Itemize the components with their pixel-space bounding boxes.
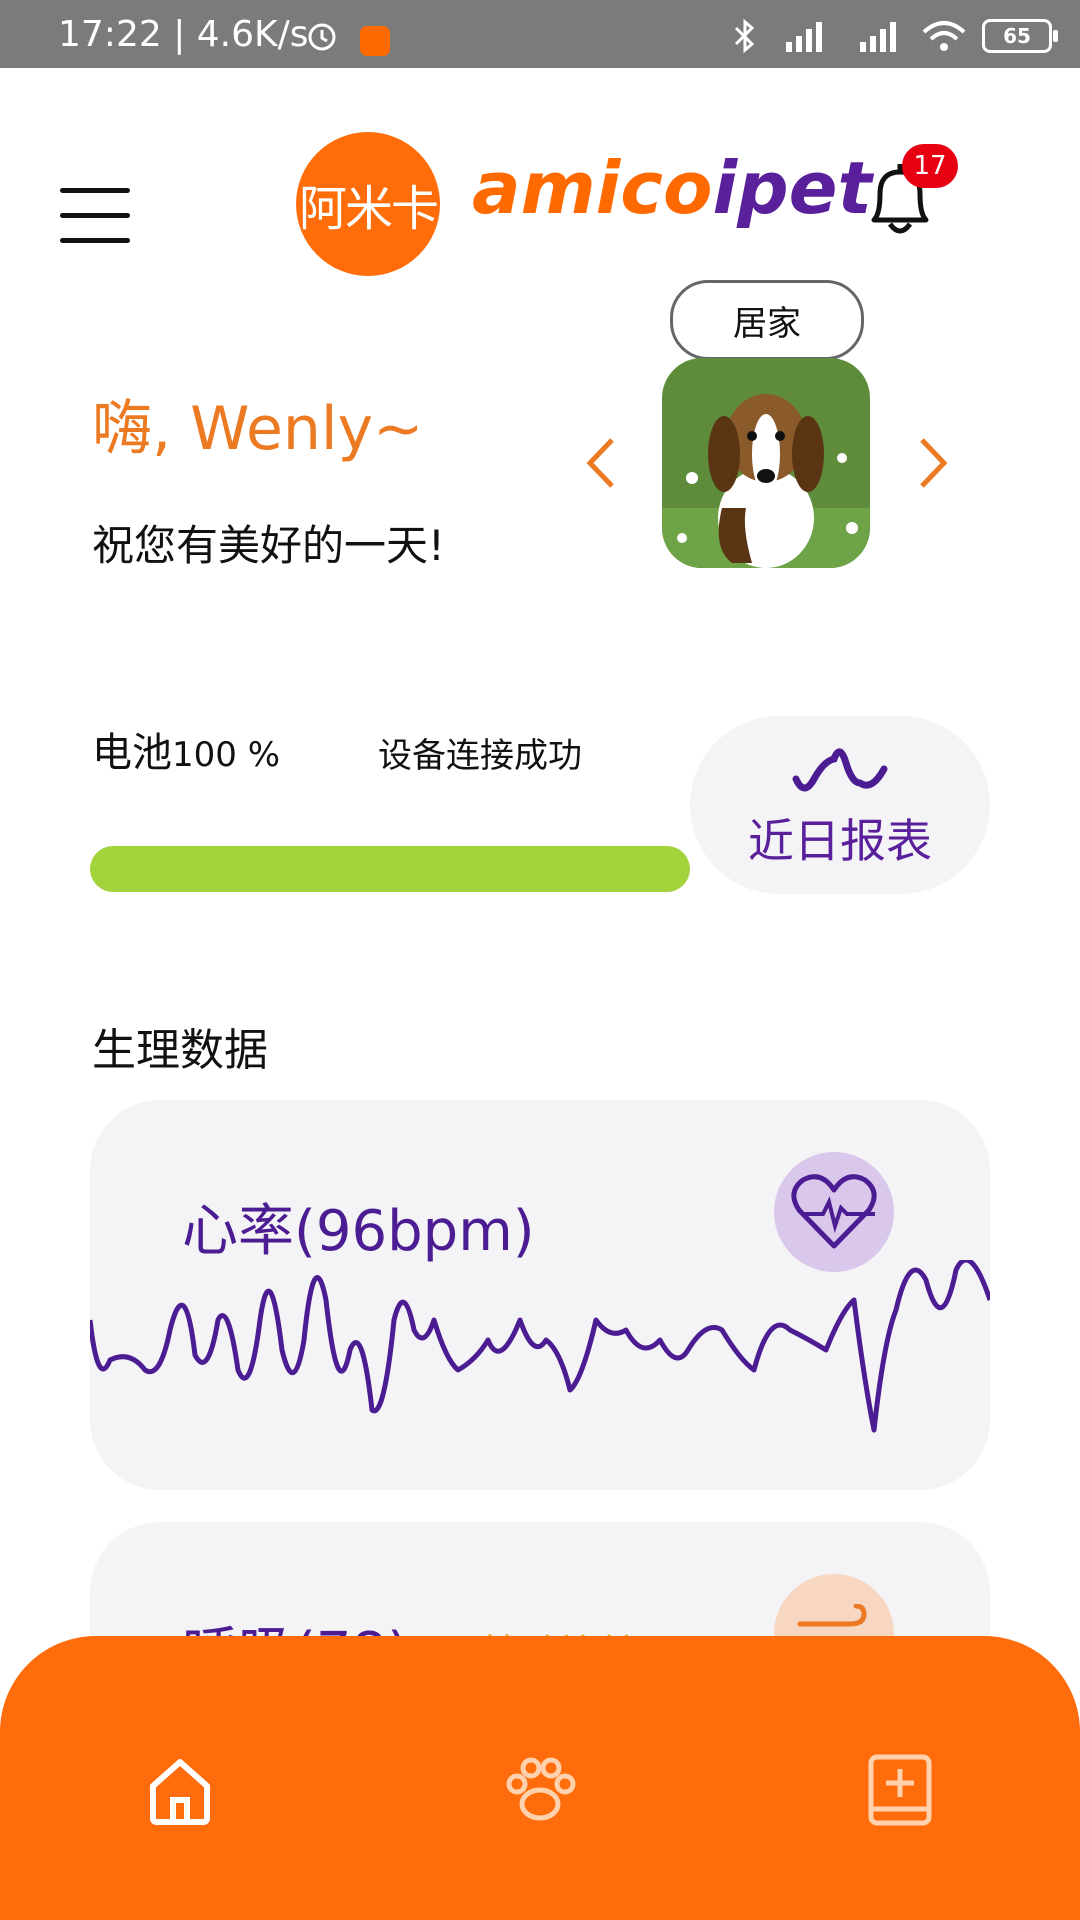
home-icon	[150, 1759, 210, 1825]
logo-cn: 阿米卡	[298, 181, 439, 237]
menu-button[interactable]	[60, 188, 130, 244]
battery-progress-bar	[90, 846, 690, 892]
alarm-icon	[308, 23, 336, 51]
greeting-title: 嗨, Wenly~	[92, 394, 424, 464]
app-notification-icon	[360, 26, 390, 56]
section-title: 生理数据	[92, 1025, 268, 1076]
status-time: 17:22 | 4.6K/s	[58, 14, 309, 55]
mode-pill[interactable]: 居家	[670, 280, 864, 360]
menu-line	[60, 238, 130, 243]
notification-badge: 17	[902, 144, 958, 188]
heart-rate-title: 心率(96bpm)	[182, 1199, 535, 1264]
signal-icon-2	[860, 22, 896, 52]
nav-pets[interactable]	[490, 1746, 590, 1836]
report-button[interactable]: 近日报表	[690, 716, 990, 894]
battery-value: 100 %	[172, 735, 281, 775]
chevron-left-icon[interactable]	[582, 436, 622, 490]
logo-brand-ipet: ipet	[712, 146, 872, 230]
bottom-nav	[0, 1636, 1080, 1920]
signal-icon	[786, 22, 822, 52]
battery-label: 电池100 %	[92, 720, 280, 778]
battery-icon: 65	[982, 19, 1058, 53]
heart-rate-waveform	[90, 1260, 990, 1433]
battery-label-text: 电池	[92, 730, 172, 776]
battery-progress-fill	[90, 846, 690, 892]
menu-line	[60, 188, 130, 193]
chevron-right-icon[interactable]	[912, 436, 952, 490]
status-icons: 65	[732, 18, 1058, 54]
pet-avatar-image	[662, 358, 870, 568]
logo-brand-amico: amico	[472, 146, 713, 230]
status-bar: 17:22 | 4.6K/s 65	[0, 0, 1080, 68]
bluetooth-icon	[734, 18, 755, 54]
logo-text: amicoipet	[472, 146, 872, 230]
nav-records[interactable]	[850, 1746, 950, 1836]
wifi-icon	[922, 21, 966, 51]
logo-mark: 阿米卡	[296, 132, 440, 276]
nav-home[interactable]	[130, 1746, 230, 1836]
device-status: 设备连接成功	[378, 736, 582, 776]
report-button-label: 近日报表	[748, 814, 932, 868]
paw-icon	[506, 1757, 576, 1821]
greeting-subtitle: 祝您有美好的一天!	[92, 521, 445, 570]
pet-photo[interactable]	[662, 358, 870, 568]
heart-rate-card[interactable]: 心率(96bpm)	[90, 1100, 990, 1490]
heart-pulse-icon	[774, 1152, 894, 1272]
menu-line	[60, 213, 130, 218]
add-record-icon	[868, 1754, 932, 1826]
wave-icon	[792, 748, 888, 792]
